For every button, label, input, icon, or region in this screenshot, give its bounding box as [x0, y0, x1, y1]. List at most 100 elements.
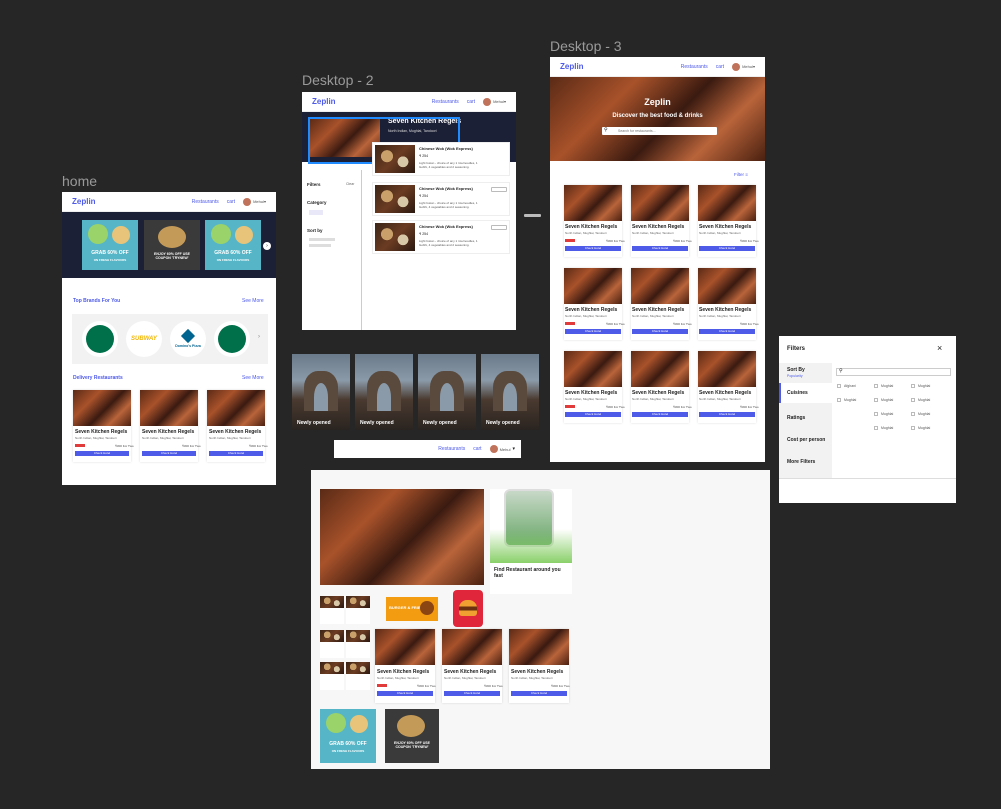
tab-more-filters[interactable]: More Filters [787, 459, 815, 465]
add-item-button[interactable] [491, 225, 507, 230]
add-item-button[interactable] [491, 187, 507, 192]
checkbox[interactable] [911, 398, 915, 402]
cuisine-option[interactable]: Mughlai [874, 398, 893, 402]
modal-divider [779, 478, 956, 479]
check-hotel-button[interactable]: Check Hotel [699, 329, 755, 334]
brand-starbucks-logo[interactable] [82, 321, 118, 357]
clear-filters-link[interactable]: Clear [346, 182, 354, 186]
restaurant-card[interactable]: Seven Kitchen Regels North Indian, Mughla… [564, 185, 625, 257]
cuisine-option[interactable]: Mughlai [874, 426, 893, 430]
check-hotel-button[interactable]: Check Hotel [632, 412, 688, 417]
sort-option[interactable] [309, 238, 335, 241]
frame-label-desktop-3: Desktop - 3 [550, 38, 622, 54]
tab-cuisines[interactable]: Cuisines [779, 383, 832, 403]
user-menu[interactable]: Mehul ▾ [732, 62, 755, 71]
restaurant-card[interactable]: Seven Kitchen Regels North Indian, Mughla… [698, 351, 759, 423]
menu-item-row[interactable]: Chinese Wok (Wok Express) ₹ 254 Light fu… [372, 142, 510, 176]
check-hotel-button[interactable]: Check Hotel [699, 412, 755, 417]
check-hotel-button[interactable]: Check Hotel [699, 246, 755, 251]
restaurant-card[interactable]: Seven Kitchen Regels North Indian, Mughla… [631, 185, 692, 257]
category-option[interactable] [309, 210, 323, 215]
user-menu[interactable]: Mehul ▾ [243, 197, 266, 206]
checkbox[interactable] [874, 412, 878, 416]
check-hotel-button[interactable]: Check Hotel [632, 329, 688, 334]
promo-banner[interactable]: GRAB 60% OFF ON FRESH FLAVOURS [205, 220, 261, 270]
checkbox[interactable] [874, 384, 878, 388]
search-input[interactable]: Search for restaurants... [618, 129, 656, 133]
nav-restaurants-link[interactable]: Restaurants [681, 64, 708, 70]
nav-restaurants-link[interactable]: Restaurants [438, 446, 465, 452]
restaurant-card[interactable]: Seven Kitchen Regels North Indian, Mughla… [564, 268, 625, 340]
newly-opened-card[interactable]: Newly opened [292, 354, 350, 430]
cuisine-option[interactable]: Mughlai [911, 384, 930, 388]
cuisine-option[interactable]: Mughlai [911, 426, 930, 430]
gateway-image [366, 370, 402, 412]
check-hotel-button[interactable]: Check Hotel [142, 451, 196, 456]
restaurant-card[interactable]: Seven Kitchen Regels North Indian, Mughl… [73, 390, 134, 462]
brand-starbucks-logo[interactable] [214, 321, 250, 357]
promo-banner[interactable]: GRAB 60% OFF ON FRESH FLAVOURS [82, 220, 138, 270]
cuisine-option[interactable]: Mughlai [874, 384, 893, 388]
brand-subway-logo[interactable]: SUBWAY [126, 321, 162, 357]
hero-search-bar[interactable]: ⚲ Search for restaurants... [602, 127, 717, 135]
user-menu[interactable]: Mehul ▾ [483, 97, 506, 106]
logo[interactable]: Zeplin [72, 197, 96, 206]
check-hotel-button[interactable]: Check Hotel [565, 246, 621, 251]
check-hotel-button[interactable]: Check Hotel [209, 451, 263, 456]
menu-item-image [375, 223, 415, 251]
nav-restaurants-link[interactable]: Restaurants [192, 199, 219, 205]
logo[interactable]: Zeplin [312, 97, 336, 106]
checkbox[interactable] [911, 426, 915, 430]
brand-dominos-logo[interactable]: Domino's Pizza [170, 321, 206, 357]
check-hotel-button[interactable]: Check Hotel [565, 412, 621, 417]
promo-carousel: GRAB 60% OFF ON FRESH FLAVOURS ENJOY 60%… [62, 212, 276, 278]
checkbox[interactable] [874, 398, 878, 402]
nav-cart-link[interactable]: cart [716, 64, 724, 70]
logo[interactable]: Zeplin [560, 62, 584, 71]
cuisine-option[interactable]: Mughlai [911, 398, 930, 402]
checkbox[interactable] [837, 398, 841, 402]
checkbox[interactable] [911, 384, 915, 388]
nav-cart-link[interactable]: cart [467, 99, 475, 105]
restaurant-card[interactable]: Seven Kitchen Regels North Indian, Mughla… [631, 268, 692, 340]
cuisine-option[interactable]: Mughlai [911, 412, 930, 416]
tab-sort-by[interactable]: Sort By [787, 367, 805, 373]
see-more-brands-link[interactable]: See More [242, 298, 264, 304]
close-icon[interactable]: × [937, 343, 942, 353]
restaurant-image [631, 185, 689, 221]
cuisine-option[interactable]: Mughlai [874, 412, 893, 416]
menu-item-row[interactable]: Chinese Wok (Wok Express) ₹ 254 Light fu… [372, 220, 510, 254]
menu-item-row[interactable]: Chinese Wok (Wok Express) ₹ 254 Light fu… [372, 182, 510, 216]
newly-opened-card[interactable]: Newly opened [418, 354, 476, 430]
checkbox[interactable] [874, 426, 878, 430]
restaurant-card[interactable]: Seven Kitchen Regels North Indian, Mughl… [207, 390, 268, 462]
thumb-image [346, 662, 370, 674]
check-hotel-button[interactable]: Check Hotel [565, 329, 621, 334]
restaurant-card[interactable]: Seven Kitchen Regels North Indian, Mughla… [698, 268, 759, 340]
checkbox[interactable] [911, 412, 915, 416]
cuisine-option[interactable]: Afghani [837, 384, 856, 388]
newly-opened-card[interactable]: Newly opened [481, 354, 539, 430]
sort-option[interactable] [309, 244, 331, 247]
restaurant-card[interactable]: Seven Kitchen Regels North Indian, Mughla… [698, 185, 759, 257]
nav-cart-link[interactable]: cart [473, 446, 481, 452]
brands-next-button[interactable]: › [258, 334, 260, 340]
see-more-restaurants-link[interactable]: See More [242, 375, 264, 381]
restaurant-card[interactable]: Seven Kitchen Regels North Indian, Mughla… [564, 351, 625, 423]
menu-item-name: Chinese Wok (Wok Express) [419, 224, 473, 229]
nav-restaurants-link[interactable]: Restaurants [432, 99, 459, 105]
filter-button[interactable]: Filter ≡ [734, 172, 748, 177]
tab-ratings[interactable]: Ratings [787, 415, 805, 421]
check-hotel-button[interactable]: Check Hotel [75, 451, 129, 456]
check-hotel-button[interactable]: Check Hotel [632, 246, 688, 251]
restaurant-card[interactable]: Seven Kitchen Regels North Indian, Mughla… [631, 351, 692, 423]
carousel-next-button[interactable]: › [263, 242, 271, 250]
restaurant-card[interactable]: Seven Kitchen Regels North Indian, Mughl… [140, 390, 201, 462]
nav-cart-link[interactable]: cart [227, 199, 235, 205]
newly-opened-card[interactable]: Newly opened [355, 354, 413, 430]
checkbox[interactable] [837, 384, 841, 388]
cuisine-option[interactable]: Mughlai [837, 398, 856, 402]
cuisine-search-input[interactable]: ⚲ [836, 368, 951, 376]
tab-cost-per-person[interactable]: Cost per person [787, 437, 825, 443]
promo-banner[interactable]: ENJOY 60% OFF USE COUPON 'TRYNEW' [144, 220, 200, 270]
